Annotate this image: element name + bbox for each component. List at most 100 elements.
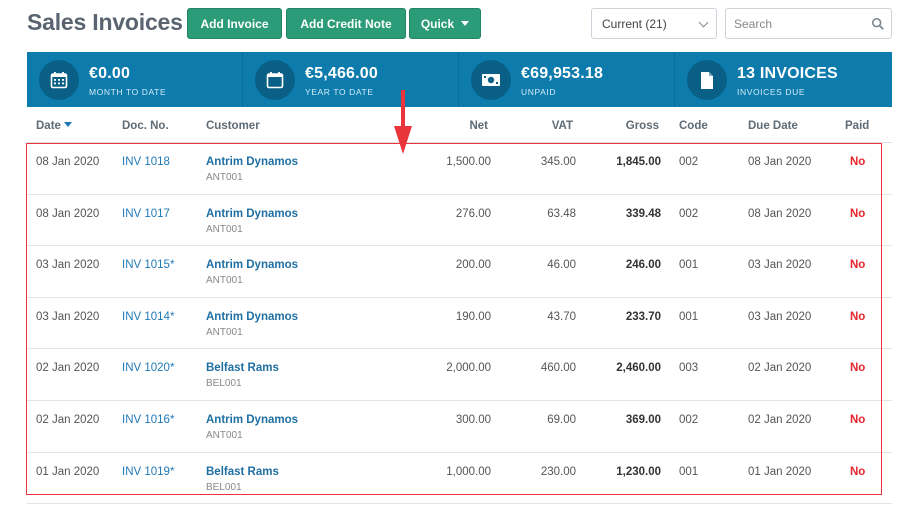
- paid-status: No: [850, 465, 866, 478]
- summary-unpaid: €69,953.18 UNPAID: [459, 52, 675, 107]
- customer-code: ANT001: [206, 429, 243, 441]
- customer-link[interactable]: Belfast Rams: [206, 362, 279, 374]
- gross-amount: 1,845.00: [616, 156, 661, 168]
- table-row[interactable]: 03 Jan 2020 INV 1014* Antrim Dynamos ANT…: [27, 298, 892, 350]
- column-header-gross[interactable]: Gross: [626, 120, 659, 132]
- column-header-net[interactable]: Net: [469, 120, 488, 132]
- vat-amount: 69.00: [547, 413, 576, 426]
- summary-label: UNPAID: [521, 87, 557, 97]
- summary-value: €69,953.18: [521, 65, 604, 82]
- due-date: 03 Jan 2020: [748, 310, 812, 323]
- net-amount: 300.00: [455, 413, 491, 426]
- banknote-icon: [471, 60, 511, 100]
- column-header-paid[interactable]: Paid: [845, 120, 869, 132]
- customer-code: ANT001: [206, 326, 243, 338]
- customer-link[interactable]: Antrim Dynamos: [206, 208, 298, 220]
- due-date: 02 Jan 2020: [748, 413, 812, 426]
- net-amount: 2,000.00: [446, 362, 491, 375]
- customer-code: ANT001: [206, 275, 243, 287]
- gross-amount: 1,230.00: [616, 465, 661, 478]
- column-header-date-label: Date: [36, 120, 61, 132]
- due-date: 03 Jan 2020: [748, 259, 812, 272]
- column-header-due-date[interactable]: Due Date: [748, 120, 798, 132]
- vat-code: 001: [679, 310, 699, 323]
- search-input[interactable]: [726, 9, 856, 38]
- invoice-table-body: 08 Jan 2020 INV 1018 Antrim Dynamos ANT0…: [27, 143, 892, 505]
- net-amount: 1,000.00: [446, 465, 491, 478]
- table-row[interactable]: 08 Jan 2020 INV 1018 Antrim Dynamos ANT0…: [27, 143, 892, 195]
- add-credit-note-label: Add Credit Note: [300, 16, 392, 31]
- add-credit-note-button[interactable]: Add Credit Note: [286, 8, 406, 39]
- column-header-customer[interactable]: Customer: [206, 120, 260, 132]
- annotation-arrow-shaft: [401, 90, 405, 128]
- table-row[interactable]: 02 Jan 2020 INV 1020* Belfast Rams BEL00…: [27, 349, 892, 401]
- column-header-vat[interactable]: VAT: [552, 120, 573, 132]
- summary-bar: €0.00 MONTH TO DATE €5,466.00 YEAR TO DA…: [27, 52, 892, 107]
- invoice-doc-link[interactable]: INV 1016*: [122, 414, 174, 426]
- invoice-doc-link[interactable]: INV 1014*: [122, 311, 174, 323]
- gross-amount: 246.00: [625, 259, 661, 272]
- net-amount: 200.00: [455, 259, 491, 272]
- quick-menu-button[interactable]: Quick: [409, 8, 481, 39]
- invoice-filter-select[interactable]: Current (21): [591, 8, 717, 39]
- due-date: 08 Jan 2020: [748, 156, 812, 168]
- top-bar: Sales Invoices Add Invoice Add Credit No…: [0, 0, 900, 50]
- invoice-doc-link[interactable]: INV 1015*: [122, 259, 174, 271]
- calendar-grid-icon: [39, 60, 79, 100]
- customer-link[interactable]: Antrim Dynamos: [206, 311, 298, 323]
- paid-status: No: [850, 207, 866, 220]
- table-header: Date Doc. No. Customer Net VAT Gross Cod…: [27, 111, 892, 143]
- net-amount: 190.00: [455, 310, 491, 323]
- invoice-doc-link[interactable]: INV 1018: [122, 156, 170, 168]
- gross-amount: 339.48: [625, 207, 661, 220]
- search-box: [725, 8, 892, 39]
- invoice-doc-link[interactable]: INV 1020*: [122, 362, 174, 374]
- invoice-filter-value: Current (21): [602, 16, 667, 31]
- summary-year-to-date: €5,466.00 YEAR TO DATE: [243, 52, 459, 107]
- vat-code: 003: [679, 362, 699, 375]
- add-invoice-button[interactable]: Add Invoice: [187, 8, 282, 39]
- customer-code: BEL001: [206, 481, 242, 493]
- column-header-doc-no[interactable]: Doc. No.: [122, 120, 169, 132]
- vat-amount: 230.00: [540, 465, 576, 478]
- column-header-date[interactable]: Date: [36, 120, 72, 132]
- net-amount: 276.00: [455, 207, 491, 220]
- customer-link[interactable]: Antrim Dynamos: [206, 414, 298, 426]
- table-row[interactable]: 08 Jan 2020 INV 1017 Antrim Dynamos ANT0…: [27, 195, 892, 247]
- paid-status: No: [850, 156, 866, 168]
- customer-link[interactable]: Antrim Dynamos: [206, 156, 298, 168]
- invoice-date: 02 Jan 2020: [36, 362, 100, 375]
- vat-amount: 43.70: [547, 310, 576, 323]
- column-header-code[interactable]: Code: [679, 120, 708, 132]
- due-date: 02 Jan 2020: [748, 362, 812, 375]
- customer-code: ANT001: [206, 223, 243, 235]
- add-invoice-label: Add Invoice: [200, 16, 269, 31]
- vat-amount: 460.00: [540, 362, 576, 375]
- paid-status: No: [850, 362, 866, 375]
- paid-status: No: [850, 310, 866, 323]
- invoice-doc-link[interactable]: INV 1017: [122, 208, 170, 220]
- sort-desc-icon: [63, 122, 72, 127]
- customer-link[interactable]: Belfast Rams: [206, 466, 279, 478]
- quick-menu-label: Quick: [420, 16, 455, 31]
- invoice-date: 02 Jan 2020: [36, 413, 100, 426]
- table-row[interactable]: 01 Jan 2020 INV 1019* Belfast Rams BEL00…: [27, 453, 892, 505]
- customer-link[interactable]: Antrim Dynamos: [206, 259, 298, 271]
- vat-amount: 345.00: [540, 156, 576, 168]
- vat-code: 002: [679, 207, 699, 220]
- summary-label: MONTH TO DATE: [89, 87, 167, 97]
- summary-label: INVOICES DUE: [737, 87, 806, 97]
- invoice-date: 03 Jan 2020: [36, 310, 100, 323]
- customer-code: ANT001: [206, 172, 243, 183]
- gross-amount: 2,460.00: [616, 362, 661, 375]
- invoice-doc-link[interactable]: INV 1019*: [122, 466, 174, 478]
- gross-amount: 369.00: [625, 413, 661, 426]
- search-icon[interactable]: [871, 17, 885, 31]
- due-date: 01 Jan 2020: [748, 465, 812, 478]
- table-row[interactable]: 02 Jan 2020 INV 1016* Antrim Dynamos ANT…: [27, 401, 892, 453]
- summary-value: €5,466.00: [305, 65, 378, 82]
- invoice-date: 03 Jan 2020: [36, 259, 100, 272]
- table-row[interactable]: 03 Jan 2020 INV 1015* Antrim Dynamos ANT…: [27, 246, 892, 298]
- due-date: 08 Jan 2020: [748, 207, 812, 220]
- chevron-down-icon: [698, 17, 709, 28]
